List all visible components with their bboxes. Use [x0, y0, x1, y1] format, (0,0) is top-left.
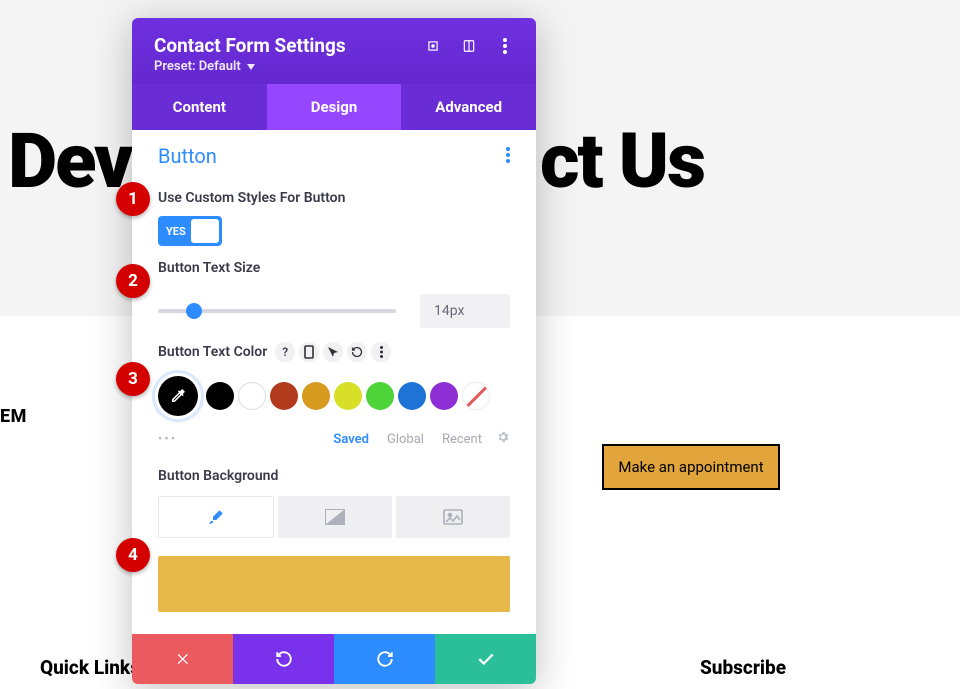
appointment-button[interactable]: Make an appointment — [602, 444, 780, 490]
swatch-none[interactable] — [462, 382, 490, 410]
palette-recent[interactable]: Recent — [442, 432, 482, 447]
check-icon — [477, 652, 495, 666]
page-heading-left: Dev — [8, 116, 131, 206]
palette-global[interactable]: Global — [387, 432, 424, 447]
input-text-size[interactable]: 14px — [420, 294, 510, 328]
annotation-badge-3: 3 — [116, 362, 150, 396]
redo-button[interactable] — [334, 634, 435, 684]
modal-title: Contact Form Settings — [154, 34, 406, 57]
annotation-badge-4: 4 — [116, 538, 150, 572]
tab-content[interactable]: Content — [132, 84, 267, 130]
preset-dropdown[interactable]: Preset: Default — [154, 59, 514, 74]
color-picker-button[interactable] — [158, 376, 198, 416]
bg-tab-gradient[interactable] — [278, 496, 392, 538]
background-color-preview[interactable] — [158, 556, 510, 612]
label-button-background: Button Background — [158, 468, 510, 484]
expand-icon[interactable] — [424, 37, 442, 55]
swatch-yellow[interactable] — [334, 382, 362, 410]
slider-thumb[interactable] — [186, 303, 202, 319]
swatch-green[interactable] — [366, 382, 394, 410]
section-more-icon[interactable] — [506, 144, 510, 168]
tab-design[interactable]: Design — [267, 84, 402, 130]
page-heading-right: ct Us — [540, 116, 704, 206]
chevron-down-icon — [247, 64, 255, 70]
label-custom-styles: Use Custom Styles For Button — [158, 190, 510, 206]
help-icon[interactable]: ? — [275, 342, 295, 362]
bg-tab-color[interactable] — [158, 496, 274, 538]
slider-text-size[interactable] — [158, 309, 396, 313]
section-title-button: Button — [158, 144, 217, 168]
footer-col-subscribe: Subscribe — [480, 656, 920, 679]
tab-advanced[interactable]: Advanced — [401, 84, 536, 130]
undo-icon — [275, 650, 293, 668]
option-more-icon[interactable] — [371, 342, 391, 362]
palette-settings-icon[interactable] — [496, 430, 510, 448]
settings-modal: Contact Form Settings Preset: Default Co… — [132, 18, 536, 684]
hover-icon[interactable] — [323, 342, 343, 362]
wireframe-icon[interactable] — [460, 37, 478, 55]
undo-button[interactable] — [233, 634, 334, 684]
swatch-black[interactable] — [206, 382, 234, 410]
annotation-badge-2: 2 — [116, 264, 150, 298]
save-button[interactable] — [435, 634, 536, 684]
toggle-custom-styles[interactable]: YES — [158, 216, 222, 246]
swatch-white[interactable] — [238, 382, 266, 410]
reset-icon[interactable] — [347, 342, 367, 362]
responsive-icon[interactable] — [299, 342, 319, 362]
label-text-color: Button Text Color — [158, 344, 267, 360]
swatch-blue[interactable] — [398, 382, 426, 410]
sidebar-fragment: EM — [0, 406, 27, 427]
palette-more-icon[interactable]: ••• — [158, 432, 177, 447]
swatch-purple[interactable] — [430, 382, 458, 410]
swatch-red[interactable] — [270, 382, 298, 410]
palette-saved[interactable]: Saved — [333, 432, 369, 447]
more-icon[interactable] — [496, 37, 514, 55]
redo-icon — [376, 650, 394, 668]
close-icon — [175, 651, 191, 667]
bg-tab-image[interactable] — [396, 496, 510, 538]
swatch-orange[interactable] — [302, 382, 330, 410]
cancel-button[interactable] — [132, 634, 233, 684]
annotation-badge-1: 1 — [116, 182, 150, 216]
label-text-size: Button Text Size — [158, 260, 510, 276]
